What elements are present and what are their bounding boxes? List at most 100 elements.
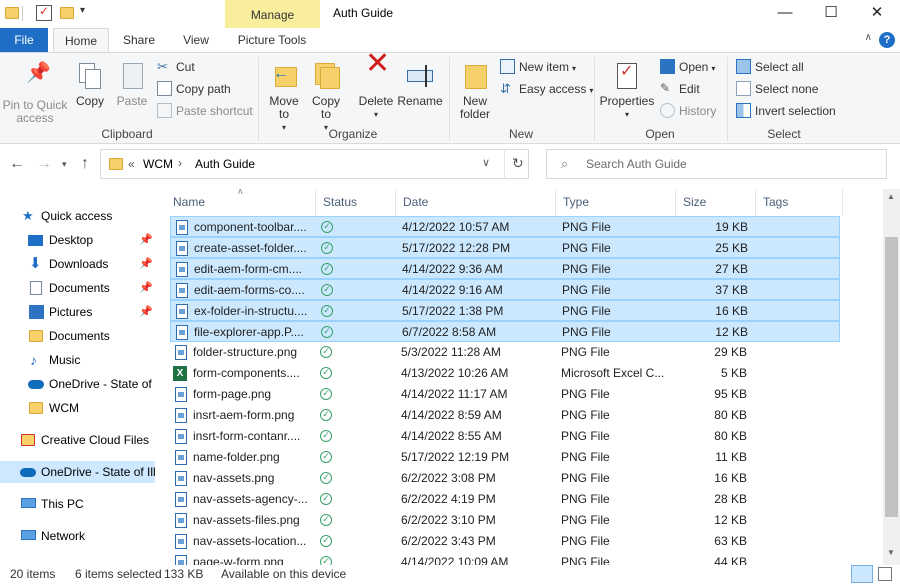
large-icons-view-icon[interactable] <box>878 567 892 581</box>
file-row[interactable]: create-asset-folder.... ✓ 5/17/2022 12:28 … <box>170 237 840 258</box>
back-arrow-icon[interactable]: ← <box>9 155 25 173</box>
nav-documents-folder[interactable]: Documents <box>0 325 155 347</box>
select-all-button[interactable]: Select all <box>736 57 804 77</box>
paste-shortcut-button[interactable]: Paste shortcut <box>157 101 253 121</box>
column-date[interactable]: Date <box>396 189 556 215</box>
pin-icon[interactable]: 📌 <box>139 229 153 251</box>
tab-file[interactable]: File <box>0 28 48 52</box>
customize-toolbar-icon[interactable]: ▾ <box>80 5 96 21</box>
nav-onedrive-state[interactable]: OneDrive - State of <box>0 373 155 395</box>
file-row[interactable]: name-folder.png ✓ 5/17/2022 12:19 PM PNG Fi… <box>170 447 840 468</box>
file-row[interactable]: insrt-form-contanr.... ✓ 4/14/2022 8:55 AM… <box>170 426 840 447</box>
file-size: 19 KB <box>715 220 748 234</box>
cut-button[interactable]: ✂ Cut <box>157 57 195 77</box>
file-row[interactable]: folder-structure.png ✓ 5/3/2022 11:28 AM PN… <box>170 342 840 363</box>
pin-icon[interactable]: 📌 <box>139 277 153 299</box>
file-row[interactable]: ex-folder-in-structu.... ✓ 5/17/2022 1:38 … <box>170 300 840 321</box>
nav-wcm[interactable]: WCM <box>0 397 155 419</box>
delete-button[interactable]: ✕ Delete ▾ <box>355 49 397 121</box>
column-size[interactable]: Size <box>676 189 756 215</box>
column-name[interactable]: Name <box>166 189 316 215</box>
new-folder-button[interactable]: New folder <box>455 61 495 121</box>
pin-icon[interactable]: 📌 <box>139 301 153 323</box>
column-tags[interactable]: Tags <box>756 189 843 215</box>
new-item-button[interactable]: New item ▾ <box>500 57 576 77</box>
file-row[interactable]: nav-assets.png ✓ 6/2/2022 3:08 PM PNG File 1… <box>170 468 840 489</box>
vertical-scrollbar[interactable]: ▲ ▼ <box>883 189 900 565</box>
minimize-button[interactable]: — <box>762 0 808 28</box>
address-dropdown-icon[interactable]: ∨ <box>482 156 490 169</box>
paste-button[interactable]: Paste <box>113 61 151 108</box>
easy-access-button[interactable]: ⇵ Easy access ▾ <box>500 79 593 99</box>
close-button[interactable]: ✕ <box>854 0 900 28</box>
copy-to-button[interactable]: Copy to ▾ <box>306 61 346 134</box>
file-row[interactable]: nav-assets-files.png ✓ 6/2/2022 3:10 PM PNG… <box>170 510 840 531</box>
rename-button[interactable]: Rename <box>397 61 443 108</box>
manage-context-tab[interactable]: Manage <box>225 0 320 28</box>
edit-button[interactable]: ✎ Edit <box>660 79 700 99</box>
folder-icon[interactable] <box>4 5 20 21</box>
tab-home[interactable]: Home <box>53 28 109 52</box>
pin-icon: 📌 <box>26 62 51 84</box>
nav-documents[interactable]: Documents 📌 <box>0 277 155 299</box>
forward-arrow-icon[interactable]: → <box>36 155 52 173</box>
scroll-down-arrow-icon[interactable]: ▼ <box>887 548 895 557</box>
file-row[interactable]: edit-aem-forms-co.... ✓ 4/14/2022 9:16 AM P… <box>170 279 840 300</box>
file-date: 5/17/2022 12:19 PM <box>401 450 510 464</box>
invert-selection-button[interactable]: Invert selection <box>736 101 836 121</box>
search-box[interactable]: ⌕ Search Auth Guide <box>546 149 887 179</box>
nav-quick-access[interactable]: ★ Quick access <box>0 205 155 227</box>
tab-picture-tools[interactable]: Picture Tools <box>229 28 315 52</box>
file-row[interactable]: Xform-components.... ✓ 4/13/2022 10:26 AM M… <box>170 363 840 384</box>
scroll-up-arrow-icon[interactable]: ▲ <box>887 192 895 201</box>
address-overflow[interactable]: « <box>128 157 135 171</box>
column-status[interactable]: Status <box>316 189 396 215</box>
open-button[interactable]: Open ▾ <box>660 57 715 77</box>
address-bar[interactable]: « WCM › Auth Guide ∨ ↻ <box>100 149 529 179</box>
star-icon: ★ <box>22 208 34 223</box>
group-label-clipboard: Clipboard <box>101 127 153 141</box>
nav-this-pc[interactable]: This PC <box>0 493 155 515</box>
refresh-icon[interactable]: ↻ <box>512 155 524 172</box>
properties-button[interactable]: ✓ Properties ▾ <box>598 61 656 121</box>
nav-desktop[interactable]: Desktop 📌 <box>0 229 155 251</box>
breadcrumb-auth-guide[interactable]: Auth Guide <box>195 157 255 171</box>
copy-path-button[interactable]: Copy path <box>157 79 231 99</box>
pin-icon[interactable]: 📌 <box>139 253 153 275</box>
help-icon[interactable]: ? <box>879 32 895 48</box>
maximize-button[interactable]: ☐ <box>808 0 854 28</box>
breadcrumb-wcm[interactable]: WCM <box>143 157 173 171</box>
nav-network[interactable]: Network <box>0 525 155 547</box>
nav-creative-cloud[interactable]: Creative Cloud Files <box>0 429 155 451</box>
history-button[interactable]: History <box>660 101 716 121</box>
select-none-button[interactable]: Select none <box>736 79 818 99</box>
details-view-icon[interactable] <box>851 565 873 583</box>
file-row[interactable]: file-explorer-app.P.... ✓ 6/7/2022 8:58 AM… <box>170 321 840 342</box>
file-date: 4/14/2022 10:09 AM <box>401 555 509 565</box>
file-row[interactable]: nav-assets-agency-... ✓ 6/2/2022 4:19 PM PN… <box>170 489 840 510</box>
file-row[interactable]: nav-assets-location... ✓ 6/2/2022 3:43 PM P… <box>170 531 840 552</box>
file-row[interactable]: form-page.png ✓ 4/14/2022 11:17 AM PNG File… <box>170 384 840 405</box>
properties-check-icon[interactable]: ✓ <box>36 4 52 21</box>
nav-onedrive-selected[interactable]: OneDrive - State of Ill <box>0 461 155 483</box>
copy-button[interactable]: Copy <box>72 61 108 108</box>
breadcrumb-separator-icon[interactable]: › <box>178 156 182 170</box>
tab-view[interactable]: View <box>173 28 219 52</box>
nav-downloads[interactable]: ⬇ Downloads 📌 <box>0 253 155 275</box>
recent-locations-chevron-icon[interactable]: ▾ <box>62 159 67 170</box>
file-row[interactable]: edit-aem-form-cm.... ✓ 4/14/2022 9:36 AM PN… <box>170 258 840 279</box>
nav-pictures[interactable]: Pictures 📌 <box>0 301 155 323</box>
file-type: PNG File <box>562 241 611 255</box>
nav-music[interactable]: ♪ Music <box>0 349 155 371</box>
column-type[interactable]: Type <box>556 189 676 215</box>
pin-quick-access-button[interactable]: 📌 Pin to Quick access <box>2 62 68 125</box>
file-row[interactable]: component-toolbar.... ✓ 4/12/2022 10:57 AM… <box>170 216 840 237</box>
move-to-button[interactable]: ← Move to ▾ <box>264 61 304 134</box>
file-row[interactable]: page-w-form.png ✓ 4/14/2022 10:09 AM PNG Fi… <box>170 552 840 565</box>
scrollbar-thumb[interactable] <box>885 237 898 517</box>
new-folder-icon[interactable] <box>59 5 75 21</box>
chevron-up-icon[interactable]: ∧ <box>865 32 872 43</box>
up-arrow-icon[interactable]: ↑ <box>81 155 89 173</box>
file-row[interactable]: insrt-aem-form.png ✓ 4/14/2022 8:59 AM PNG … <box>170 405 840 426</box>
tab-share[interactable]: Share <box>116 28 162 52</box>
